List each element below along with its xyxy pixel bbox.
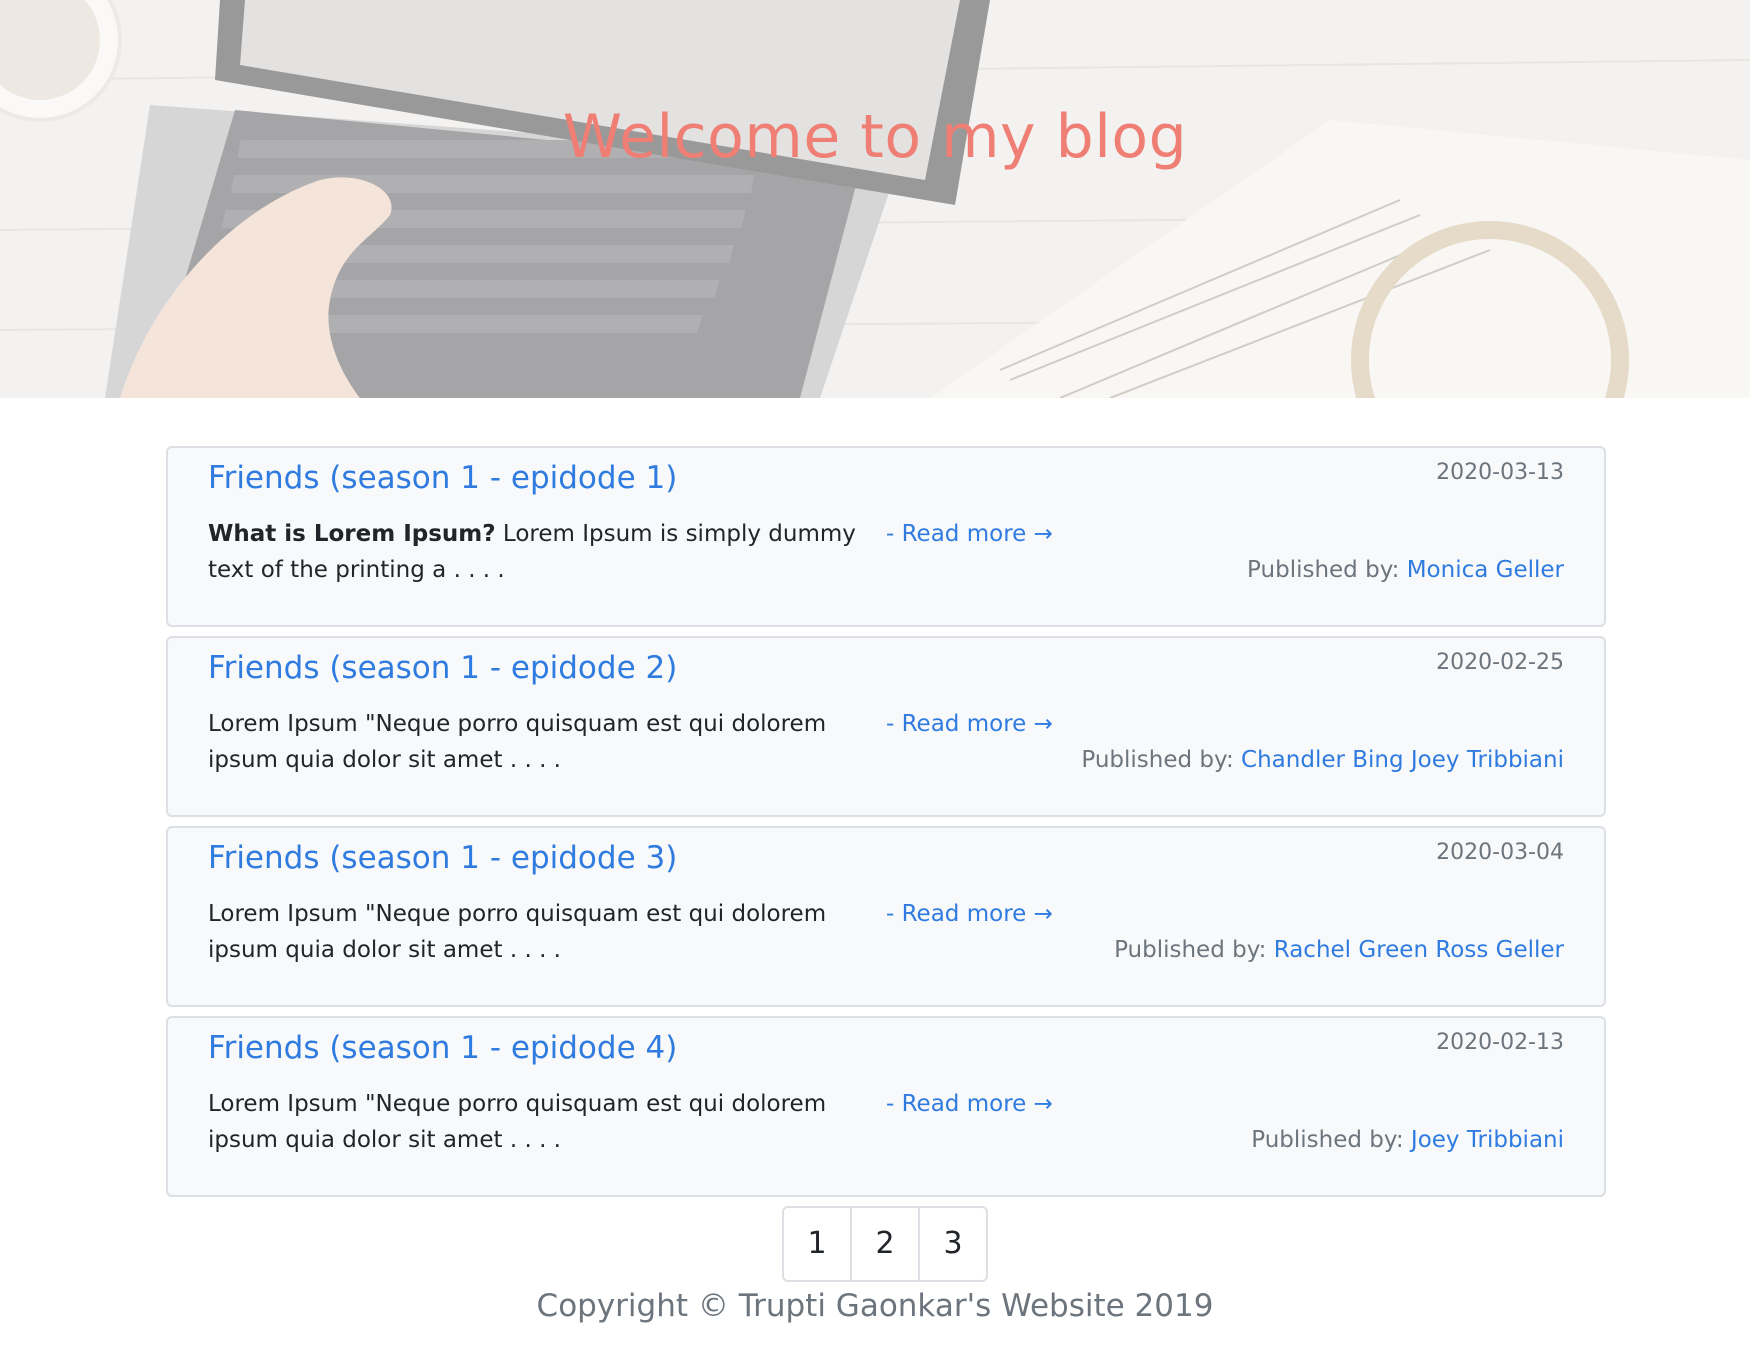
page-link-2[interactable]: 2 [852,1208,920,1280]
post-date: 2020-03-04 [1436,840,1564,865]
post-excerpt-text: Lorem Ipsum "Neque porro quisquam est qu… [208,901,827,963]
hero-overlay [0,0,1750,398]
read-more-link[interactable]: - Read more → [886,706,1053,742]
post-title-link[interactable]: Friends (season 1 - epidode 2) [208,650,677,686]
post-title-link[interactable]: Friends (season 1 - epidode 4) [208,1030,677,1066]
post-excerpt: Lorem Ipsum "Neque porro quisquam est qu… [208,1086,868,1158]
read-more-link[interactable]: - Read more → [886,896,1053,932]
post-byline: Published by: Rachel Green Ross Geller [1114,932,1564,968]
post-excerpt-text: Lorem Ipsum "Neque porro quisquam est qu… [208,1091,827,1153]
posts-list: Friends (season 1 - epidode 1) 2020-03-1… [166,446,1606,1206]
post-excerpt: Lorem Ipsum "Neque porro quisquam est qu… [208,706,868,778]
post-date: 2020-03-13 [1436,460,1564,485]
post-card: Friends (season 1 - epidode 4) 2020-02-1… [166,1016,1606,1197]
author-link[interactable]: Joey Tribbiani [1411,1127,1564,1153]
post-date: 2020-02-25 [1436,650,1564,675]
post-card: Friends (season 1 - epidode 2) 2020-02-2… [166,636,1606,817]
post-title-link[interactable]: Friends (season 1 - epidode 3) [208,840,677,876]
post-byline: Published by: Monica Geller [1247,552,1564,588]
published-by-label: Published by: [1081,747,1242,773]
hero-banner: Welcome to my blog [0,0,1750,398]
published-by-label: Published by: [1114,937,1274,963]
post-excerpt: Lorem Ipsum "Neque porro quisquam est qu… [208,896,868,968]
page-link-3[interactable]: 3 [920,1208,986,1280]
post-card: Friends (season 1 - epidode 1) 2020-03-1… [166,446,1606,627]
author-link[interactable]: Monica Geller [1407,557,1564,583]
post-title-link[interactable]: Friends (season 1 - epidode 1) [208,460,677,496]
read-more-link[interactable]: - Read more → [886,1086,1053,1122]
post-card: Friends (season 1 - epidode 3) 2020-03-0… [166,826,1606,1007]
post-excerpt: What is Lorem Ipsum? Lorem Ipsum is simp… [208,516,868,588]
published-by-label: Published by: [1251,1127,1411,1153]
author-link[interactable]: Chandler Bing Joey Tribbiani [1241,747,1564,773]
post-byline: Published by: Joey Tribbiani [1251,1122,1564,1158]
post-excerpt-heading: What is Lorem Ipsum? [208,521,496,547]
post-excerpt-text: Lorem Ipsum "Neque porro quisquam est qu… [208,711,827,773]
post-date: 2020-02-13 [1436,1030,1564,1055]
read-more-link[interactable]: - Read more → [886,516,1053,552]
published-by-label: Published by: [1247,557,1407,583]
author-link[interactable]: Rachel Green Ross Geller [1274,937,1564,963]
hero-title: Welcome to my blog [562,102,1188,172]
pagination: 1 2 3 [782,1206,988,1282]
page-link-1[interactable]: 1 [784,1208,852,1280]
post-byline: Published by: Chandler Bing Joey Tribbia… [1081,742,1564,778]
footer-copyright: Copyright © Trupti Gaonkar's Website 201… [536,1288,1214,1324]
